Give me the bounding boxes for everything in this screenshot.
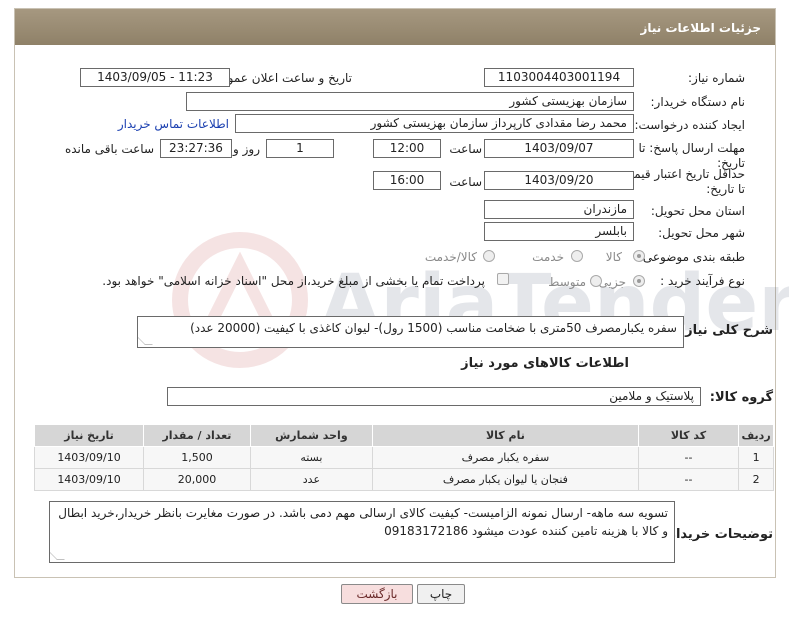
cell-qty: 20,000 <box>143 468 251 491</box>
category-option-service: خدمت <box>532 250 564 264</box>
creator-label: ایجاد کننده درخواست: <box>634 118 745 132</box>
table-row[interactable]: 1 -- سفره یکبار مصرف بسته 1,500 1403/09/… <box>33 446 774 469</box>
buyer-notes-text: تسویه سه ماهه- ارسال نمونه الزامیست- کیف… <box>58 506 668 538</box>
goods-table: ردیف کد کالا نام کالا واحد شمارش تعداد /… <box>33 424 774 491</box>
purchase-option-medium: متوسط <box>548 275 586 289</box>
category-radio-service[interactable] <box>571 250 583 262</box>
cell-code: -- <box>637 446 740 469</box>
goods-group-label: گروه کالا: <box>709 390 773 405</box>
payment-note: پرداخت تمام یا بخشی از مبلغ خرید،از محل … <box>102 274 485 288</box>
cell-date: 1403/09/10 <box>33 446 145 469</box>
purchase-type-label: نوع فرآیند خرید : <box>660 274 745 288</box>
reply-time-field[interactable]: 12:00 <box>373 139 441 158</box>
description-text: سفره یکبارمصرف 50متری با ضخامت مناسب (15… <box>190 321 677 335</box>
purchase-radio-minor[interactable] <box>633 275 645 287</box>
col-header-row: ردیف <box>738 424 774 447</box>
days-field[interactable]: 1 <box>266 139 334 158</box>
buyer-notes-label: توضیحات خریدار: <box>663 527 773 542</box>
buyer-notes-field[interactable]: تسویه سه ماهه- ارسال نمونه الزامیست- کیف… <box>49 501 675 563</box>
category-option-goods-service: کالا/خدمت <box>424 250 477 264</box>
cell-unit: بسته <box>249 446 373 469</box>
price-date-field[interactable]: 1403/09/20 <box>484 171 634 190</box>
buyer-contact-link[interactable]: اطلاعات تماس خریدار <box>118 117 229 131</box>
province-label: استان محل تحویل: <box>650 204 745 218</box>
creator-field[interactable]: محمد رضا مقدادی کارپرداز سازمان بهزیستی … <box>235 114 634 133</box>
goods-table-header: ردیف کد کالا نام کالا واحد شمارش تعداد /… <box>33 424 774 447</box>
need-number-field[interactable]: 1103004403001194 <box>484 68 634 87</box>
category-radio-goods[interactable] <box>633 250 645 262</box>
category-label: طبقه بندی موضوعی: <box>638 250 745 264</box>
cell-name: فنجان یا لیوان یکبار مصرف <box>371 468 639 491</box>
buyer-org-label: نام دستگاه خریدار: <box>650 95 746 109</box>
days-word: روز و <box>233 142 260 156</box>
need-number-label: شماره نیاز: <box>688 71 745 85</box>
city-label: شهر محل تحویل: <box>658 226 745 240</box>
reply-time-word: ساعت <box>449 142 482 156</box>
resize-handle-icon[interactable] <box>50 552 65 560</box>
cell-row: 1 <box>738 446 774 469</box>
col-header-unit: واحد شمارش <box>249 424 373 447</box>
description-field[interactable]: سفره یکبارمصرف 50متری با ضخامت مناسب (15… <box>137 316 684 348</box>
cell-name: سفره یکبار مصرف <box>371 446 639 469</box>
cell-row: 2 <box>738 468 774 491</box>
goods-section-title: اطلاعات کالاهای مورد نیاز <box>461 356 629 371</box>
cell-unit: عدد <box>249 468 373 491</box>
payment-checkbox[interactable] <box>497 273 509 285</box>
back-button[interactable]: بازگشت <box>341 584 413 604</box>
col-header-code: کد کالا <box>637 424 740 447</box>
category-option-goods: کالا <box>605 250 622 264</box>
category-radio-goods-service[interactable] <box>483 250 495 262</box>
print-button[interactable]: چاپ <box>417 584 465 604</box>
province-field[interactable]: مازندران <box>484 200 634 219</box>
cell-qty: 1,500 <box>143 446 251 469</box>
goods-group-field[interactable]: پلاستیک و ملامین <box>167 387 701 406</box>
price-deadline-label: حداقل تاریخ اعتبار قیمت: تا تاریخ: <box>618 167 745 196</box>
purchase-radio-medium[interactable] <box>590 275 602 287</box>
city-field[interactable]: بابلسر <box>484 222 634 241</box>
col-header-date: تاریخ نیاز <box>33 424 145 447</box>
col-header-name: نام کالا <box>371 424 639 447</box>
panel-title: جزئیات اطلاعات نیاز <box>15 9 775 45</box>
purchase-option-minor: جزیی <box>598 275 626 289</box>
reply-date-field[interactable]: 1403/09/07 <box>484 139 634 158</box>
table-row[interactable]: 2 -- فنجان یا لیوان یکبار مصرف عدد 20,00… <box>33 468 774 491</box>
cell-date: 1403/09/10 <box>33 468 145 491</box>
cell-code: -- <box>637 468 740 491</box>
price-time-field[interactable]: 16:00 <box>373 171 441 190</box>
resize-handle-icon[interactable] <box>138 337 153 345</box>
remaining-time-field[interactable]: 23:27:36 <box>160 139 232 158</box>
price-time-word: ساعت <box>449 175 482 189</box>
description-label: شرح کلی نیاز: <box>679 323 773 338</box>
buyer-org-field[interactable]: سازمان بهزیستی کشور <box>186 92 634 111</box>
announce-datetime-field[interactable]: 1403/09/05 - 11:23 <box>80 68 230 87</box>
remaining-label: ساعت باقی مانده <box>64 142 154 156</box>
col-header-qty: تعداد / مقدار <box>143 424 251 447</box>
